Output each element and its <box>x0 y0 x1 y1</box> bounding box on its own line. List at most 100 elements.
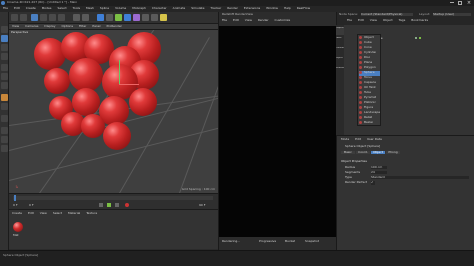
playhead[interactable] <box>14 195 16 201</box>
tweak-icon[interactable] <box>1 103 8 110</box>
radius-field[interactable]: 100 cm <box>371 166 387 169</box>
material-menu-material[interactable]: Material <box>68 212 80 215</box>
go-to-start-button[interactable] <box>99 203 103 207</box>
floor-icon[interactable] <box>142 14 149 21</box>
attr-menu-mode[interactable]: Mode <box>341 138 349 141</box>
menu-tools[interactable]: Tools <box>73 7 80 10</box>
render-perfect-checkbox[interactable]: ✓ <box>371 181 375 185</box>
bucket-tab[interactable]: Bucket <box>285 240 295 243</box>
menu-volume[interactable]: Volume <box>115 7 126 10</box>
menu-spline[interactable]: Spline <box>100 7 109 10</box>
minimize-button[interactable] <box>450 2 454 3</box>
record-button[interactable] <box>125 203 129 207</box>
end-frame-field[interactable]: 90 F <box>199 204 206 207</box>
menu-help[interactable]: Help <box>284 7 291 10</box>
material-swatch[interactable] <box>13 222 23 232</box>
undo-icon[interactable] <box>11 14 18 21</box>
menu-edit[interactable]: Edit <box>14 7 20 10</box>
edges-mode-icon[interactable] <box>1 73 8 80</box>
objects-menu-file[interactable]: File <box>347 19 352 22</box>
render-canvas[interactable] <box>218 26 336 237</box>
tab-basic[interactable]: Basic <box>341 151 355 154</box>
objects-menu-tags[interactable]: Tags <box>399 19 406 22</box>
axis-mode-icon[interactable] <box>1 94 8 101</box>
menu-realflow[interactable]: RealFlow <box>297 7 310 10</box>
viewport-menu-options[interactable]: Options <box>61 25 73 28</box>
make-editable-icon[interactable] <box>1 26 8 33</box>
menu-animate[interactable]: Animate <box>173 7 186 10</box>
current-frame-field[interactable]: 0 F <box>29 204 34 207</box>
menu-window[interactable]: Window <box>266 7 278 10</box>
material-menu-create[interactable]: Create <box>12 212 22 215</box>
sphere-object[interactable] <box>44 68 70 94</box>
material-menu-edit[interactable]: Edit <box>28 212 34 215</box>
tab-object[interactable]: Object <box>371 151 385 154</box>
tab-content-browser[interactable]: Content Browser <box>336 47 344 55</box>
sphere-object[interactable] <box>81 114 105 138</box>
cube-icon[interactable] <box>97 14 104 21</box>
scale-icon[interactable] <box>49 14 56 21</box>
menu-extensions[interactable]: Extensions <box>244 7 260 10</box>
menu-render[interactable]: Render <box>227 7 238 10</box>
render-menu-view[interactable]: View <box>245 19 252 22</box>
polygons-mode-icon[interactable] <box>1 82 8 89</box>
menu-mograph[interactable]: MoGraph <box>132 7 146 10</box>
maximize-button[interactable] <box>458 1 462 5</box>
menu-create[interactable]: Create <box>26 7 36 10</box>
light-icon[interactable] <box>160 14 167 21</box>
cloner-icon[interactable] <box>124 14 131 21</box>
menu-file[interactable]: File <box>3 7 8 10</box>
live-selection-icon[interactable] <box>31 14 38 21</box>
layout-dropdown[interactable]: Startup (User) <box>433 13 471 16</box>
sphere-object[interactable] <box>129 88 157 116</box>
visibility-dot[interactable] <box>415 37 417 39</box>
menu-tracker[interactable]: Tracker <box>210 7 221 10</box>
viewport-menu-cameras[interactable]: Cameras <box>25 25 38 28</box>
sphere-object[interactable] <box>103 122 131 150</box>
objects-menu-edit[interactable]: Edit <box>358 19 364 22</box>
object-row[interactable]: Sphere <box>367 36 467 41</box>
snap-icon[interactable] <box>1 127 8 134</box>
pen-icon[interactable] <box>106 14 113 21</box>
camera-icon[interactable] <box>151 14 158 21</box>
enable-check[interactable] <box>419 37 421 39</box>
render-menu-customize[interactable]: Customize <box>275 19 291 22</box>
axis-handle-x[interactable] <box>119 84 139 85</box>
go-to-end-button[interactable] <box>115 203 119 207</box>
viewport-menu-filter[interactable]: Filter <box>79 25 86 28</box>
menu-character[interactable]: Character <box>152 7 167 10</box>
material-menu-view[interactable]: View <box>40 212 47 215</box>
move-icon[interactable] <box>40 14 47 21</box>
sphere-object[interactable] <box>69 58 103 92</box>
attr-menu-edit[interactable]: Edit <box>355 138 361 141</box>
snapshot-tab[interactable]: Snapshot <box>305 240 319 243</box>
objects-menu-view[interactable]: View <box>370 19 377 22</box>
deformer-icon[interactable] <box>133 14 140 21</box>
progressive-tab[interactable]: Progressive <box>259 240 276 243</box>
tab-objects[interactable]: Objects <box>336 27 344 35</box>
axis-handle-y[interactable] <box>119 60 120 85</box>
viewport-menu-display[interactable]: Display <box>44 25 55 28</box>
type-dropdown[interactable]: Standard <box>371 176 469 179</box>
solo-icon[interactable] <box>1 115 8 122</box>
objects-menu-bookmarks[interactable]: Bookmarks <box>411 19 428 22</box>
menu-select[interactable]: Select <box>57 7 66 10</box>
render-menu-edit[interactable]: Edit <box>233 19 239 22</box>
viewport-menu-prorender[interactable]: ProRender <box>106 25 121 28</box>
texture-mode-icon[interactable] <box>1 44 8 51</box>
menu-simulate[interactable]: Simulate <box>191 7 204 10</box>
render-menu-file[interactable]: File <box>222 19 227 22</box>
subdivision-icon[interactable] <box>115 14 122 21</box>
viewport-menu-panel[interactable]: Panel <box>92 25 100 28</box>
tab-layers[interactable]: Layers <box>336 57 344 65</box>
menu-modes[interactable]: Modes <box>42 7 52 10</box>
workplane-icon[interactable] <box>1 53 8 60</box>
rotate-icon[interactable] <box>58 14 65 21</box>
viewport-menu-view[interactable]: View <box>12 25 19 28</box>
objects-menu-object[interactable]: Object <box>383 19 393 22</box>
points-mode-icon[interactable] <box>1 64 8 71</box>
menu-mesh[interactable]: Mesh <box>86 7 94 10</box>
material-menu-texture[interactable]: Texture <box>86 212 97 215</box>
create-menu-item[interactable]: Bezier <box>359 121 380 126</box>
render-view-icon[interactable] <box>73 14 80 21</box>
